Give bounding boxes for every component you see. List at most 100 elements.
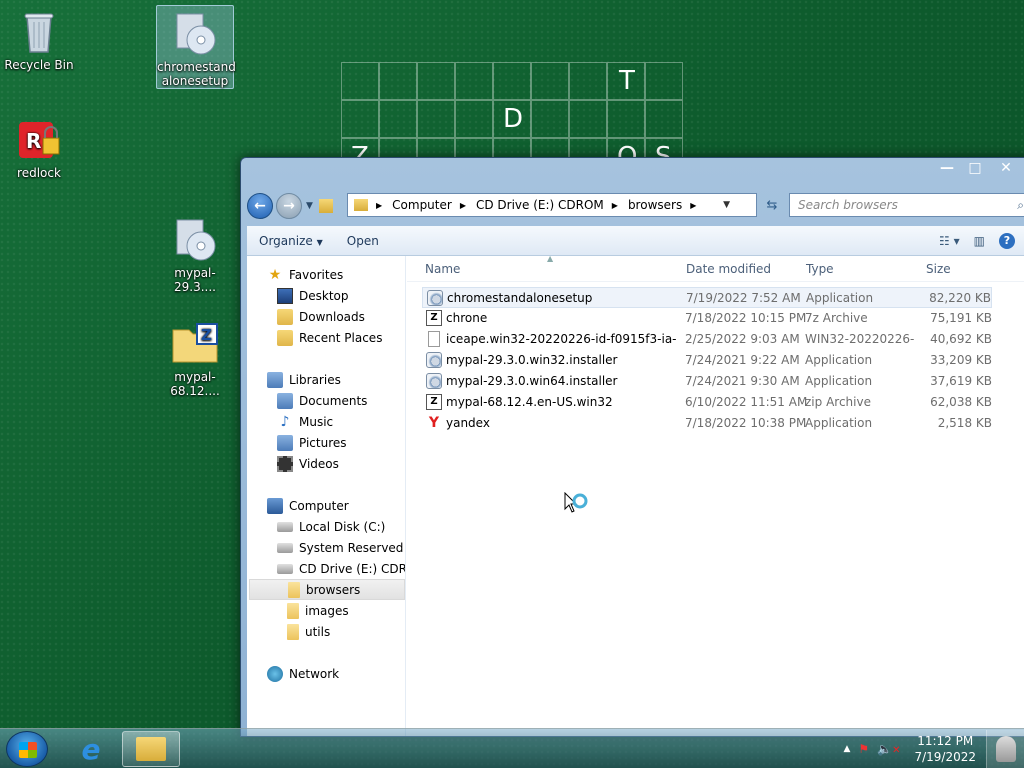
file-type: Application [805,416,873,430]
nav-browsers[interactable]: browsers [249,579,405,600]
nav-videos[interactable]: Videos [277,453,339,474]
file-name: mypal-68.12.4.en-US.win32 [446,395,613,409]
volume-muted-icon[interactable]: 🔈✕ [877,742,900,756]
drive-icon [277,521,293,532]
nav-label: Documents [299,393,368,408]
nav-images[interactable]: images [287,600,349,621]
breadcrumb-computer[interactable]: Computer [392,198,452,212]
file-size: 82,220 KB [929,291,991,305]
nav-favorites[interactable]: ★ Favorites [267,264,344,285]
column-date-modified[interactable]: Date modified [686,262,771,276]
nav-cd-drive[interactable]: CD Drive (E:) CDROM [277,558,405,579]
forward-button[interactable]: → [276,193,302,219]
star-icon: ★ [268,266,282,283]
file-date: 7/24/2021 9:22 AM [685,353,800,367]
back-button[interactable]: ← [247,193,273,219]
start-button[interactable] [6,731,48,767]
chevron-right-icon[interactable]: ▶ [460,201,466,210]
file-row[interactable]: chromestandalonesetup 7/19/2022 7:52 AM … [422,287,992,308]
desktop-icon-chromestandalonesetup[interactable]: chromestand alonesetup [156,5,236,89]
file-date: 7/24/2021 9:30 AM [685,374,800,388]
address-bar[interactable]: ▶ Computer ▶ CD Drive (E:) CDROM ▶ brows… [347,193,777,217]
desktop-icon-label: chromestand alonesetup [157,60,236,88]
nav-label: Videos [299,456,339,471]
redlock-icon: R [15,116,63,164]
nav-recent-places[interactable]: Recent Places [277,327,382,348]
file-row[interactable]: Y yandex 7/18/2022 10:38 PM Application … [422,413,992,434]
organize-button[interactable]: Organize ▼ [247,234,335,248]
file-row[interactable]: iceape.win32-20220226-id-f0915f3-ia-c64.… [422,329,992,350]
desktop-wallpaper-grid: T D Z Q S [341,62,686,172]
desktop-icon-mypal-29[interactable]: mypal-29.3.... [156,212,234,294]
action-center-icon[interactable]: ⚑ [858,742,869,756]
desktop-icon-redlock[interactable]: R redlock [0,112,78,180]
clock-date: 7/19/2022 [914,750,976,764]
nav-pictures[interactable]: Pictures [277,432,347,453]
folder-icon [354,199,368,211]
file-type: Application [805,353,873,367]
column-type[interactable]: Type [806,262,834,276]
nav-label: Downloads [299,309,365,324]
application-icon [426,352,442,368]
nav-local-disk[interactable]: Local Disk (C:) [277,516,385,537]
file-name: mypal-29.3.0.win64.installer [446,374,618,388]
file-name: yandex [446,416,490,430]
nav-libraries[interactable]: Libraries [267,369,341,390]
explorer-window[interactable]: — □ ✕ ← → ▼ ▶ Computer ▶ CD Drive (E:) C… [240,157,1024,737]
breadcrumb-browsers[interactable]: browsers [628,198,682,212]
file-size: 40,692 KB [930,332,992,346]
column-size[interactable]: Size [926,262,951,276]
clock-time: 11:12 PM [917,734,974,748]
column-name[interactable]: Name [425,262,460,276]
file-list: Name ▲ Date modified Type Size chromesta… [407,254,1024,736]
open-button[interactable]: Open [335,234,391,248]
maximize-button[interactable]: □ [961,158,989,178]
nav-computer[interactable]: Computer [267,495,349,516]
file-type: WIN32-20220226-I... [805,332,915,346]
nav-label: Local Disk (C:) [299,519,386,534]
sort-arrow-icon: ▲ [547,254,554,263]
documents-icon [277,392,293,409]
application-icon [427,290,443,306]
desktop-icon [277,287,293,304]
nav-desktop[interactable]: Desktop [277,285,349,306]
minimize-button[interactable]: — [933,158,961,178]
breadcrumb-cd-drive[interactable]: CD Drive (E:) CDROM [476,198,604,212]
nav-documents[interactable]: Documents [277,390,367,411]
show-hidden-icons-icon[interactable]: ▲ [843,744,850,754]
recent-pages-dropdown[interactable]: ▼ [306,201,313,211]
taskbar-explorer[interactable] [122,731,180,767]
file-row[interactable]: Z chrone 7/18/2022 10:15 PM 7z Archive 7… [422,308,992,329]
nav-network[interactable]: Network [267,663,339,684]
nav-utils[interactable]: utils [287,621,330,642]
file-row[interactable]: mypal-29.3.0.win32.installer 7/24/2021 9… [422,350,992,371]
file-row[interactable]: Z mypal-68.12.4.en-US.win32 6/10/2022 11… [422,392,992,413]
address-dropdown-icon[interactable]: ▼ [723,200,730,210]
folder-up-icon[interactable] [318,199,333,213]
nav-downloads[interactable]: Downloads [277,306,365,327]
file-row[interactable]: mypal-29.3.0.win64.installer 7/24/2021 9… [422,371,992,392]
search-input[interactable]: Search browsers ⌕ [789,193,1024,217]
clock[interactable]: 11:12 PM 7/19/2022 [914,733,976,765]
blank-file-icon [428,331,440,347]
music-icon: ♪ [280,413,290,430]
desktop-icon-recycle-bin[interactable]: Recycle Bin [0,4,78,72]
help-icon[interactable]: ? [999,232,1015,249]
show-desktop-button[interactable] [986,730,1024,768]
window-controls: — □ ✕ [933,158,1023,178]
taskbar-internet-explorer[interactable]: e [62,731,120,767]
chevron-right-icon[interactable]: ▶ [690,201,696,210]
nav-music[interactable]: ♪ Music [277,411,334,432]
preview-pane-icon[interactable]: ▥ [974,234,985,248]
desktop-icon-mypal-68[interactable]: Z mypal-68.12.... [156,316,234,398]
nav-label: browsers [306,582,361,597]
search-icon[interactable]: ⌕ [1017,198,1024,213]
close-button[interactable]: ✕ [989,158,1023,178]
file-date: 6/10/2022 11:51 AM [685,395,808,409]
nav-system-reserved[interactable]: System Reserved (D: [277,537,405,558]
svg-text:Z: Z [201,326,212,344]
chevron-right-icon[interactable]: ▶ [376,201,382,210]
view-options-icon[interactable]: ☷ ▾ [939,234,960,248]
chevron-right-icon[interactable]: ▶ [612,201,618,210]
refresh-icon[interactable]: ⇆ [760,193,784,217]
